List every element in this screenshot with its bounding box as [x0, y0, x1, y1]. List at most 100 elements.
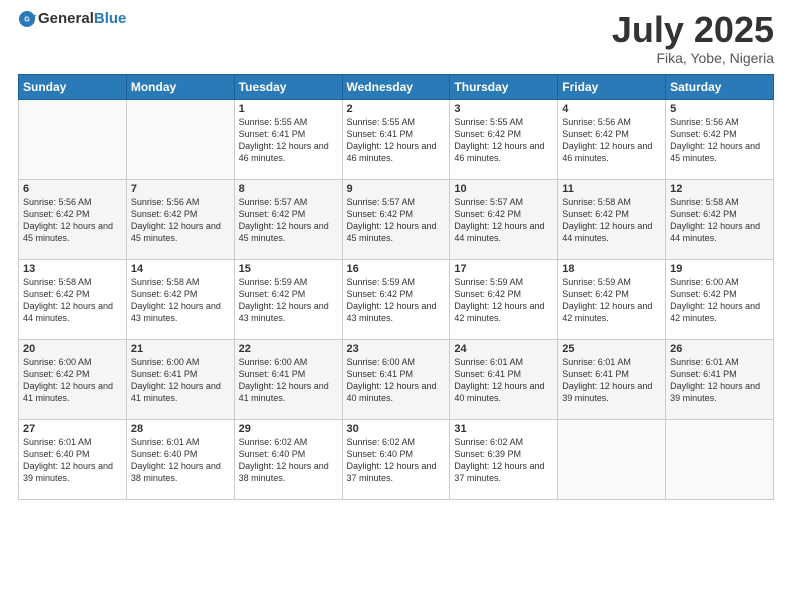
day-number: 6	[23, 183, 122, 195]
day-number: 8	[239, 183, 338, 195]
day-info: Sunrise: 5:55 AM Sunset: 6:41 PM Dayligh…	[239, 116, 338, 165]
calendar-cell: 31Sunrise: 6:02 AM Sunset: 6:39 PM Dayli…	[450, 419, 558, 499]
day-number: 5	[670, 103, 769, 115]
calendar-cell: 21Sunrise: 6:00 AM Sunset: 6:41 PM Dayli…	[126, 339, 234, 419]
day-info: Sunrise: 6:01 AM Sunset: 6:41 PM Dayligh…	[562, 356, 661, 405]
day-number: 12	[670, 183, 769, 195]
weekday-header-saturday: Saturday	[666, 74, 774, 99]
calendar-title: July 2025	[612, 10, 774, 50]
day-info: Sunrise: 6:00 AM Sunset: 6:42 PM Dayligh…	[670, 276, 769, 325]
day-info: Sunrise: 5:58 AM Sunset: 6:42 PM Dayligh…	[23, 276, 122, 325]
calendar-cell: 3Sunrise: 5:55 AM Sunset: 6:42 PM Daylig…	[450, 99, 558, 179]
calendar-cell	[126, 99, 234, 179]
calendar-week-row: 13Sunrise: 5:58 AM Sunset: 6:42 PM Dayli…	[19, 259, 774, 339]
day-number: 31	[454, 423, 553, 435]
day-number: 14	[131, 263, 230, 275]
day-number: 16	[347, 263, 446, 275]
day-info: Sunrise: 5:58 AM Sunset: 6:42 PM Dayligh…	[562, 196, 661, 245]
day-info: Sunrise: 6:00 AM Sunset: 6:42 PM Dayligh…	[23, 356, 122, 405]
day-info: Sunrise: 5:59 AM Sunset: 6:42 PM Dayligh…	[454, 276, 553, 325]
svg-text:G: G	[24, 17, 30, 24]
day-number: 10	[454, 183, 553, 195]
weekday-header-thursday: Thursday	[450, 74, 558, 99]
day-info: Sunrise: 6:00 AM Sunset: 6:41 PM Dayligh…	[131, 356, 230, 405]
day-info: Sunrise: 5:58 AM Sunset: 6:42 PM Dayligh…	[131, 276, 230, 325]
day-info: Sunrise: 5:56 AM Sunset: 6:42 PM Dayligh…	[23, 196, 122, 245]
calendar-cell: 30Sunrise: 6:02 AM Sunset: 6:40 PM Dayli…	[342, 419, 450, 499]
calendar-cell: 1Sunrise: 5:55 AM Sunset: 6:41 PM Daylig…	[234, 99, 342, 179]
day-number: 11	[562, 183, 661, 195]
calendar-location: Fika, Yobe, Nigeria	[612, 50, 774, 66]
calendar-cell: 29Sunrise: 6:02 AM Sunset: 6:40 PM Dayli…	[234, 419, 342, 499]
day-number: 13	[23, 263, 122, 275]
day-info: Sunrise: 5:56 AM Sunset: 6:42 PM Dayligh…	[562, 116, 661, 165]
day-info: Sunrise: 6:02 AM Sunset: 6:39 PM Dayligh…	[454, 436, 553, 485]
day-number: 20	[23, 343, 122, 355]
day-info: Sunrise: 6:00 AM Sunset: 6:41 PM Dayligh…	[239, 356, 338, 405]
page-header: G GeneralBlue July 2025 Fika, Yobe, Nige…	[18, 10, 774, 66]
calendar-cell: 8Sunrise: 5:57 AM Sunset: 6:42 PM Daylig…	[234, 179, 342, 259]
day-number: 29	[239, 423, 338, 435]
logo: G GeneralBlue	[18, 10, 126, 28]
day-info: Sunrise: 6:01 AM Sunset: 6:41 PM Dayligh…	[670, 356, 769, 405]
day-info: Sunrise: 6:02 AM Sunset: 6:40 PM Dayligh…	[239, 436, 338, 485]
calendar-cell: 18Sunrise: 5:59 AM Sunset: 6:42 PM Dayli…	[558, 259, 666, 339]
weekday-header-friday: Friday	[558, 74, 666, 99]
calendar-cell: 16Sunrise: 5:59 AM Sunset: 6:42 PM Dayli…	[342, 259, 450, 339]
day-info: Sunrise: 5:56 AM Sunset: 6:42 PM Dayligh…	[131, 196, 230, 245]
day-info: Sunrise: 6:01 AM Sunset: 6:41 PM Dayligh…	[454, 356, 553, 405]
calendar-cell: 4Sunrise: 5:56 AM Sunset: 6:42 PM Daylig…	[558, 99, 666, 179]
day-number: 9	[347, 183, 446, 195]
weekday-header-tuesday: Tuesday	[234, 74, 342, 99]
day-number: 15	[239, 263, 338, 275]
calendar-cell: 17Sunrise: 5:59 AM Sunset: 6:42 PM Dayli…	[450, 259, 558, 339]
calendar-cell: 11Sunrise: 5:58 AM Sunset: 6:42 PM Dayli…	[558, 179, 666, 259]
day-number: 25	[562, 343, 661, 355]
day-info: Sunrise: 5:55 AM Sunset: 6:41 PM Dayligh…	[347, 116, 446, 165]
title-block: July 2025 Fika, Yobe, Nigeria	[612, 10, 774, 66]
day-info: Sunrise: 6:01 AM Sunset: 6:40 PM Dayligh…	[131, 436, 230, 485]
day-number: 28	[131, 423, 230, 435]
calendar-week-row: 27 Sunrise: 6:01 AM Sunset: 6:40 PM Dayli…	[19, 419, 774, 499]
calendar-cell	[666, 419, 774, 499]
day-info: Sunrise: 5:56 AM Sunset: 6:42 PM Dayligh…	[670, 116, 769, 165]
day-number: 27	[23, 423, 122, 435]
day-info: Sunrise: 5:55 AM Sunset: 6:42 PM Dayligh…	[454, 116, 553, 165]
day-info: Sunrise: 5:59 AM Sunset: 6:42 PM Dayligh…	[562, 276, 661, 325]
weekday-header-monday: Monday	[126, 74, 234, 99]
calendar-cell: 6Sunrise: 5:56 AM Sunset: 6:42 PM Daylig…	[19, 179, 127, 259]
day-number: 7	[131, 183, 230, 195]
calendar-cell: 25Sunrise: 6:01 AM Sunset: 6:41 PM Dayli…	[558, 339, 666, 419]
weekday-header-sunday: Sunday	[19, 74, 127, 99]
calendar-cell: 22Sunrise: 6:00 AM Sunset: 6:41 PM Dayli…	[234, 339, 342, 419]
calendar-week-row: 1Sunrise: 5:55 AM Sunset: 6:41 PM Daylig…	[19, 99, 774, 179]
day-number: 23	[347, 343, 446, 355]
calendar-cell	[19, 99, 127, 179]
day-info: Sunrise: 5:57 AM Sunset: 6:42 PM Dayligh…	[454, 196, 553, 245]
day-number: 1	[239, 103, 338, 115]
calendar-cell: 27Sunrise: 6:01 AM Sunset: 6:40 PM Dayli…	[19, 419, 127, 499]
day-number: 19	[670, 263, 769, 275]
calendar-cell: 24Sunrise: 6:01 AM Sunset: 6:41 PM Dayli…	[450, 339, 558, 419]
calendar-cell: 10Sunrise: 5:57 AM Sunset: 6:42 PM Dayli…	[450, 179, 558, 259]
calendar-cell: 5Sunrise: 5:56 AM Sunset: 6:42 PM Daylig…	[666, 99, 774, 179]
day-number: 24	[454, 343, 553, 355]
calendar-cell: 26Sunrise: 6:01 AM Sunset: 6:41 PM Dayli…	[666, 339, 774, 419]
day-number: 2	[347, 103, 446, 115]
calendar-cell: 23Sunrise: 6:00 AM Sunset: 6:41 PM Dayli…	[342, 339, 450, 419]
calendar-table: SundayMondayTuesdayWednesdayThursdayFrid…	[18, 74, 774, 500]
calendar-cell: 2Sunrise: 5:55 AM Sunset: 6:41 PM Daylig…	[342, 99, 450, 179]
calendar-cell: 9Sunrise: 5:57 AM Sunset: 6:42 PM Daylig…	[342, 179, 450, 259]
calendar-cell: 20Sunrise: 6:00 AM Sunset: 6:42 PM Dayli…	[19, 339, 127, 419]
calendar-week-row: 20Sunrise: 6:00 AM Sunset: 6:42 PM Dayli…	[19, 339, 774, 419]
day-number: 3	[454, 103, 553, 115]
weekday-header-row: SundayMondayTuesdayWednesdayThursdayFrid…	[19, 74, 774, 99]
logo-general-text: GeneralBlue	[38, 10, 126, 28]
day-number: 30	[347, 423, 446, 435]
day-number: 22	[239, 343, 338, 355]
calendar-cell: 15Sunrise: 5:59 AM Sunset: 6:42 PM Dayli…	[234, 259, 342, 339]
calendar-cell	[558, 419, 666, 499]
calendar-cell: 28Sunrise: 6:01 AM Sunset: 6:40 PM Dayli…	[126, 419, 234, 499]
day-info: Sunrise: 6:02 AM Sunset: 6:40 PM Dayligh…	[347, 436, 446, 485]
day-info: Sunrise: 5:59 AM Sunset: 6:42 PM Dayligh…	[347, 276, 446, 325]
